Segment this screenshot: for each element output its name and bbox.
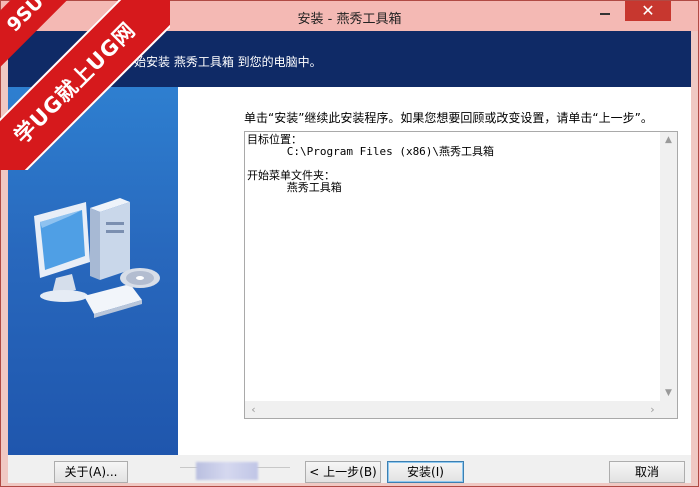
scroll-down-icon[interactable]: ▼ [660, 385, 677, 402]
scroll-up-icon[interactable]: ▲ [660, 132, 677, 149]
back-button[interactable]: < 上一步(B) [305, 461, 381, 483]
watermark-ribbon: 9SUG 学UG就上UG网 [0, 0, 170, 170]
close-button[interactable]: ✕ [625, 1, 671, 21]
horizontal-scrollbar[interactable]: ‹ › [245, 401, 661, 418]
scroll-left-icon[interactable]: ‹ [245, 401, 262, 418]
instruction-text: 单击“安装”继续此安装程序。如果您想要回顾或改变设置，请单击“上一步”。 [244, 111, 653, 125]
minimize-icon [600, 13, 610, 15]
minimize-button[interactable] [591, 1, 619, 21]
scroll-corner [660, 401, 677, 418]
button-bar: 关于(A)... < 上一步(B) 安装(I) 取消 [8, 455, 691, 483]
computer-icon [34, 198, 160, 318]
about-button[interactable]: 关于(A)... [54, 461, 128, 483]
summary-line: C:\Program Files (x86)\燕秀工具箱 [247, 145, 495, 158]
blurred-branding [196, 462, 258, 480]
scroll-right-icon[interactable]: › [644, 401, 661, 418]
close-icon: ✕ [641, 1, 655, 20]
install-button[interactable]: 安装(I) [387, 461, 464, 483]
vertical-scrollbar[interactable]: ▲ ▼ [660, 132, 677, 402]
cancel-button[interactable]: 取消 [609, 461, 685, 483]
summary-text: 目标位置： C:\Program Files (x86)\燕秀工具箱 开始菜单文… [247, 134, 494, 194]
summary-line: 燕秀工具箱 [247, 181, 342, 194]
content-area: 单击“安装”继续此安装程序。如果您想要回顾或改变设置，请单击“上一步”。 目标位… [178, 87, 691, 455]
summary-listbox[interactable]: 目标位置： C:\Program Files (x86)\燕秀工具箱 开始菜单文… [244, 131, 678, 419]
